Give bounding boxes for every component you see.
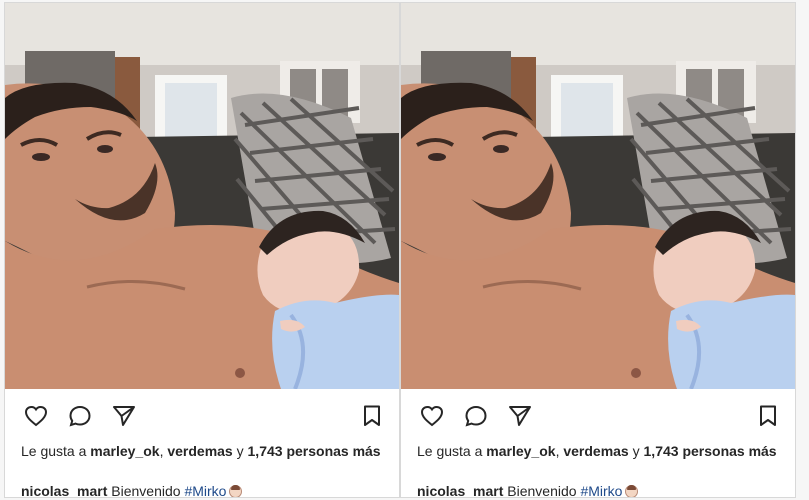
likes-joiner: y bbox=[236, 443, 244, 459]
likes-joiner: y bbox=[632, 443, 640, 459]
post-actions bbox=[5, 389, 399, 437]
share-icon[interactable] bbox=[111, 403, 137, 429]
likes-count[interactable]: 1,743 personas más bbox=[248, 443, 381, 459]
comparison-frame: Le gusta a marley_ok, verdemas y 1,743 p… bbox=[0, 0, 809, 500]
instagram-post-left: Le gusta a marley_ok, verdemas y 1,743 p… bbox=[4, 2, 400, 498]
post-caption: nicolas_mart Bienvenido #Mirko bbox=[21, 481, 389, 498]
post-photo[interactable] bbox=[5, 3, 399, 389]
heart-icon[interactable] bbox=[23, 403, 49, 429]
likes-summary: Le gusta a marley_ok, verdemas y 1,743 p… bbox=[417, 443, 777, 459]
comment-icon[interactable] bbox=[67, 403, 93, 429]
bookmark-icon[interactable] bbox=[755, 403, 781, 429]
caption-hashtag[interactable]: #Mirko bbox=[184, 483, 226, 497]
post-actions bbox=[401, 389, 795, 437]
photo-illustration bbox=[401, 3, 795, 389]
post-photo[interactable] bbox=[401, 3, 795, 389]
caption-username[interactable]: nicolas_mart bbox=[21, 483, 107, 497]
photo-illustration bbox=[5, 3, 399, 389]
likes-prefix: Le gusta a bbox=[21, 443, 87, 459]
heart-icon[interactable] bbox=[419, 403, 445, 429]
bookmark-icon[interactable] bbox=[359, 403, 385, 429]
share-icon[interactable] bbox=[507, 403, 533, 429]
caption-text: Bienvenido bbox=[111, 483, 181, 498]
comment-icon[interactable] bbox=[463, 403, 489, 429]
caption-hashtag[interactable]: #Mirko bbox=[580, 483, 622, 497]
likes-summary: Le gusta a marley_ok, verdemas y 1,743 p… bbox=[21, 443, 381, 459]
instagram-post-right: Le gusta a marley_ok, verdemas y 1,743 p… bbox=[400, 2, 796, 498]
likes-prefix: Le gusta a bbox=[417, 443, 483, 459]
baby-emoji-icon bbox=[229, 485, 243, 497]
liked-by-user-1[interactable]: marley_ok bbox=[90, 443, 159, 459]
caption-text: Bienvenido bbox=[507, 483, 577, 498]
caption-username[interactable]: nicolas_mart bbox=[417, 483, 503, 497]
baby-emoji-icon bbox=[625, 485, 639, 497]
liked-by-user-2[interactable]: verdemas bbox=[167, 443, 232, 459]
liked-by-user-1[interactable]: marley_ok bbox=[486, 443, 555, 459]
post-caption: nicolas_mart Bienvenido #Mirko bbox=[417, 481, 785, 498]
likes-count[interactable]: 1,743 personas más bbox=[644, 443, 777, 459]
liked-by-user-2[interactable]: verdemas bbox=[563, 443, 628, 459]
